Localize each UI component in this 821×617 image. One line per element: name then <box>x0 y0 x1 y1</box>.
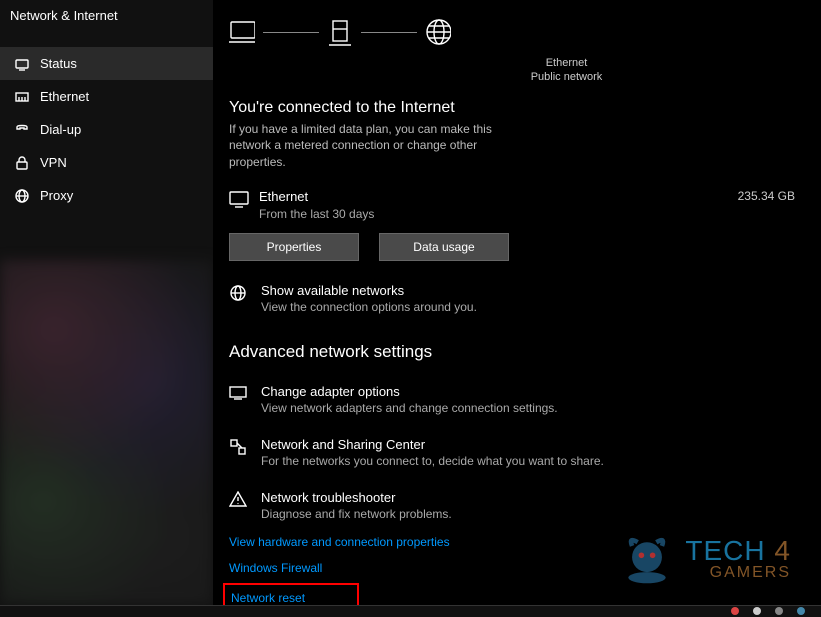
wm-text-3: GAMERS <box>710 565 791 581</box>
tray-icon[interactable] <box>797 607 805 615</box>
globe-icon <box>425 19 451 45</box>
globe-small-icon <box>229 284 249 302</box>
sharing-title: Network and Sharing Center <box>261 437 604 452</box>
network-diagram <box>229 8 805 56</box>
show-available-networks[interactable]: Show available networks View the connect… <box>229 283 805 314</box>
status-heading: You're connected to the Internet <box>229 99 805 117</box>
watermark-logo: TECH 4 GAMERS <box>619 531 791 587</box>
wm-text-1: TECH <box>685 535 765 566</box>
connection-sub: From the last 30 days <box>259 207 738 221</box>
properties-button[interactable]: Properties <box>229 233 359 261</box>
mascot-icon <box>619 531 675 587</box>
sidebar-title: Network & Internet <box>0 0 213 29</box>
taskbar[interactable] <box>0 605 821 617</box>
sidebar-item-label: VPN <box>40 155 67 170</box>
sidebar-item-label: Ethernet <box>40 89 89 104</box>
status-icon <box>14 56 30 72</box>
sharing-icon <box>229 438 249 456</box>
router-icon <box>327 19 353 45</box>
sharing-sub: For the networks you connect to, decide … <box>261 454 604 468</box>
vpn-icon <box>14 155 30 171</box>
sidebar-background-blur <box>0 260 213 605</box>
adapter-title: Change adapter options <box>261 384 558 399</box>
warning-icon <box>229 491 249 507</box>
proxy-icon <box>14 188 30 204</box>
connection-usage: 235.34 GB <box>738 189 795 203</box>
sidebar-item-dialup[interactable]: Dial-up <box>0 113 213 146</box>
sidebar-item-status[interactable]: Status <box>0 47 213 80</box>
tray-icon[interactable] <box>775 607 783 615</box>
adapter-sub: View network adapters and change connect… <box>261 401 558 415</box>
advanced-heading: Advanced network settings <box>229 342 805 362</box>
diagram-label-2: Public network <box>328 70 805 84</box>
network-sharing-center[interactable]: Network and Sharing Center For the netwo… <box>229 437 805 468</box>
sidebar-item-label: Dial-up <box>40 122 81 137</box>
sidebar-item-label: Proxy <box>40 188 73 203</box>
pc-icon <box>229 19 255 45</box>
change-adapter-options[interactable]: Change adapter options View network adap… <box>229 384 805 415</box>
show-networks-title: Show available networks <box>261 283 477 298</box>
sidebar: Network & Internet Status Ethernet Dial-… <box>0 0 213 605</box>
data-usage-button[interactable]: Data usage <box>379 233 509 261</box>
tray-icon[interactable] <box>753 607 761 615</box>
ethernet-icon <box>14 89 30 105</box>
network-troubleshooter[interactable]: Network troubleshooter Diagnose and fix … <box>229 490 805 521</box>
sidebar-item-vpn[interactable]: VPN <box>0 146 213 179</box>
diagram-line <box>263 32 319 33</box>
trouble-title: Network troubleshooter <box>261 490 452 505</box>
show-networks-sub: View the connection options around you. <box>261 300 477 314</box>
status-description: If you have a limited data plan, you can… <box>229 121 499 171</box>
adapter-icon <box>229 385 249 401</box>
trouble-sub: Diagnose and fix network problems. <box>261 507 452 521</box>
main-content: Ethernet Public network You're connected… <box>213 0 821 605</box>
diagram-mid-label: Ethernet Public network <box>328 56 805 85</box>
connection-name: Ethernet <box>259 189 738 204</box>
connection-row: Ethernet From the last 30 days 235.34 GB <box>229 189 805 221</box>
diagram-label-1: Ethernet <box>328 56 805 70</box>
wm-text-2: 4 <box>774 535 791 566</box>
sidebar-item-proxy[interactable]: Proxy <box>0 179 213 212</box>
system-tray[interactable] <box>731 607 805 615</box>
monitor-icon <box>229 191 249 209</box>
diagram-line <box>361 32 417 33</box>
tray-icon[interactable] <box>731 607 739 615</box>
sidebar-item-ethernet[interactable]: Ethernet <box>0 80 213 113</box>
sidebar-item-label: Status <box>40 56 77 71</box>
dialup-icon <box>14 122 30 138</box>
